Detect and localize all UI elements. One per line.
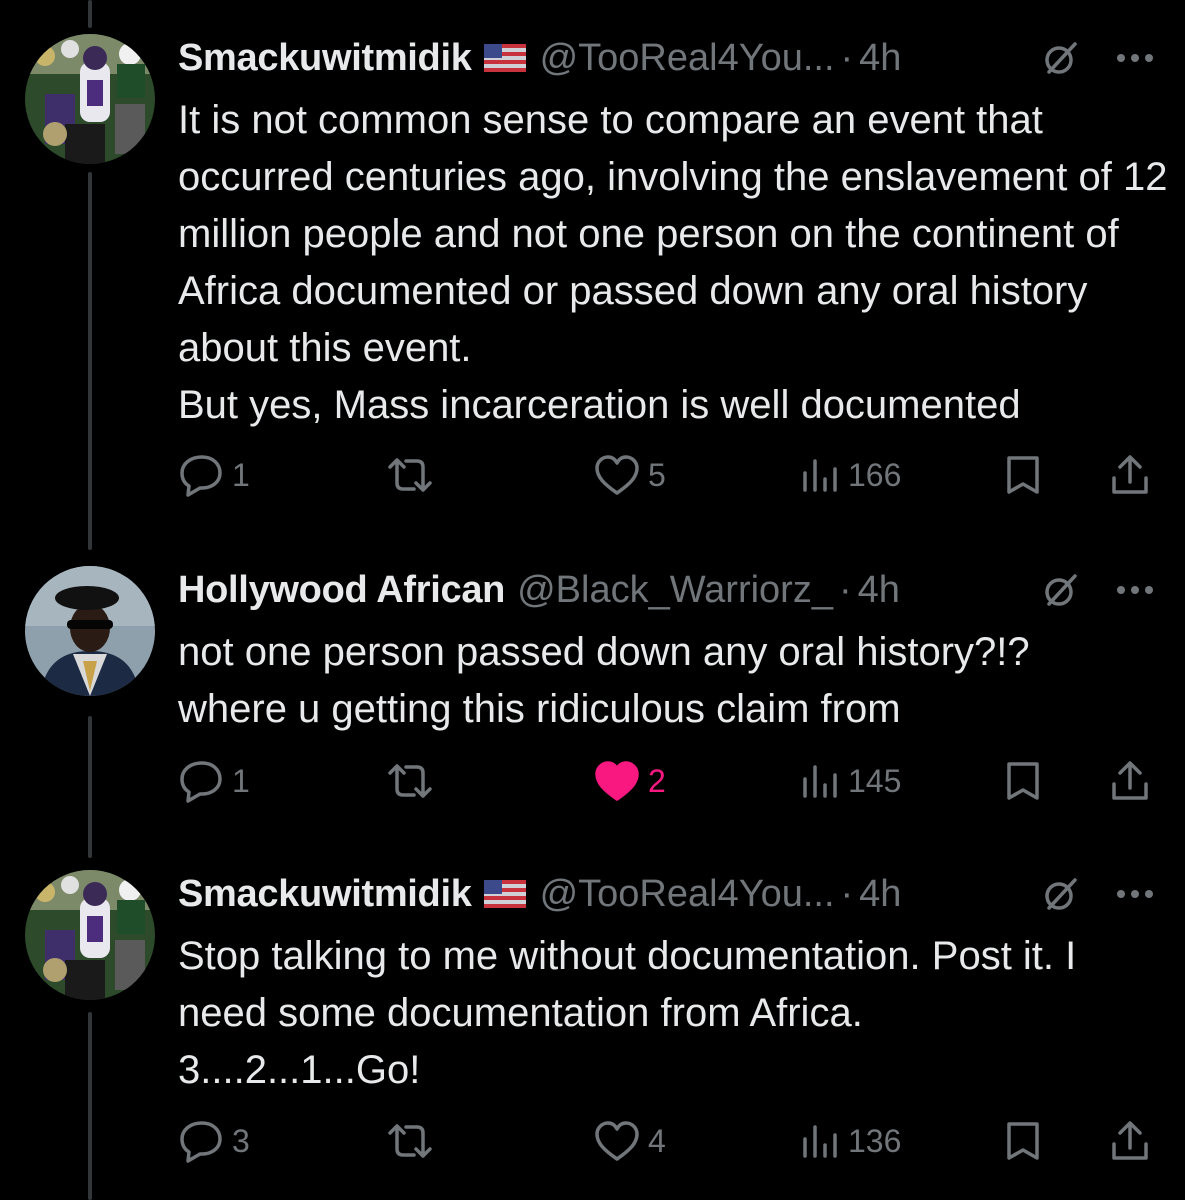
user-handle[interactable]: @Black_Warriorz_ bbox=[517, 569, 833, 612]
more-icon[interactable] bbox=[1115, 888, 1155, 900]
like-count: 2 bbox=[648, 762, 666, 799]
share-button[interactable] bbox=[1110, 450, 1150, 500]
avatar[interactable] bbox=[25, 870, 155, 1000]
bookmark-icon bbox=[1007, 762, 1039, 800]
header-actions bbox=[1041, 570, 1155, 610]
tweet[interactable]: Smackuwitmidik @TooReal4You... · 4h It i… bbox=[0, 34, 1185, 504]
sports-team-avatar-icon bbox=[25, 870, 155, 1000]
tweet-header: Smackuwitmidik @TooReal4You... · 4h bbox=[178, 870, 1168, 918]
display-name[interactable]: Hollywood African bbox=[178, 569, 505, 612]
views-icon bbox=[803, 459, 837, 492]
separator-dot: · bbox=[840, 872, 854, 915]
repost-icon bbox=[388, 458, 432, 492]
thread-line-top bbox=[88, 0, 92, 28]
views-icon bbox=[803, 1125, 837, 1158]
separator-dot: · bbox=[838, 568, 852, 611]
reply-icon bbox=[180, 455, 222, 497]
bookmark-button[interactable] bbox=[1004, 450, 1042, 500]
views-count: 166 bbox=[848, 456, 902, 493]
like-button[interactable]: 2 bbox=[594, 756, 666, 806]
user-handle[interactable]: @TooReal4You... bbox=[540, 37, 835, 80]
views-count: 136 bbox=[848, 1122, 902, 1159]
heart-icon bbox=[595, 761, 639, 801]
like-count: 4 bbox=[648, 1122, 666, 1159]
us-flag-icon bbox=[483, 44, 526, 72]
tweet[interactable]: Hollywood African @Black_Warriorz_ · 4h … bbox=[0, 566, 1185, 816]
like-count: 5 bbox=[648, 456, 666, 493]
action-bar: 1 5 166 bbox=[0, 450, 1185, 500]
slash-circle-icon[interactable] bbox=[1041, 38, 1081, 78]
like-button[interactable]: 4 bbox=[594, 1116, 666, 1166]
reply-icon bbox=[180, 761, 222, 803]
user-handle[interactable]: @TooReal4You... bbox=[540, 873, 835, 916]
reply-button[interactable]: 1 bbox=[178, 756, 250, 806]
display-name[interactable]: Smackuwitmidik bbox=[178, 873, 472, 916]
reply-button[interactable]: 1 bbox=[178, 450, 250, 500]
action-bar: 3 4 136 bbox=[0, 1116, 1185, 1166]
share-button[interactable] bbox=[1110, 1116, 1150, 1166]
slash-circle-icon[interactable] bbox=[1041, 874, 1081, 914]
tweet-text: Stop talking to me without documentation… bbox=[178, 934, 1077, 1092]
share-icon bbox=[1112, 455, 1148, 494]
more-icon[interactable] bbox=[1115, 584, 1155, 596]
timestamp[interactable]: 4h bbox=[859, 873, 901, 916]
repost-button[interactable] bbox=[386, 1116, 442, 1166]
bookmark-button[interactable] bbox=[1004, 756, 1042, 806]
avatar[interactable] bbox=[25, 566, 155, 696]
reply-count: 3 bbox=[232, 1122, 250, 1159]
bookmark-icon bbox=[1007, 1122, 1039, 1160]
share-icon bbox=[1112, 761, 1148, 800]
us-flag-icon bbox=[483, 880, 526, 908]
bookmark-button[interactable] bbox=[1004, 1116, 1042, 1166]
share-button[interactable] bbox=[1110, 756, 1150, 806]
tweet-header: Hollywood African @Black_Warriorz_ · 4h bbox=[178, 566, 1168, 614]
display-name[interactable]: Smackuwitmidik bbox=[178, 37, 472, 80]
reply-button[interactable]: 3 bbox=[178, 1116, 250, 1166]
header-actions bbox=[1041, 874, 1155, 914]
views-icon bbox=[803, 765, 837, 798]
views-button[interactable]: 145 bbox=[800, 756, 901, 806]
tweet-text: It is not common sense to compare an eve… bbox=[178, 98, 1168, 427]
heart-icon bbox=[595, 455, 639, 495]
more-icon[interactable] bbox=[1115, 52, 1155, 64]
man-in-beret-avatar-icon bbox=[25, 566, 155, 696]
slash-circle-icon[interactable] bbox=[1041, 570, 1081, 610]
sports-team-avatar-icon bbox=[25, 34, 155, 164]
reply-icon bbox=[180, 1121, 222, 1163]
tweet-header: Smackuwitmidik @TooReal4You... · 4h bbox=[178, 34, 1168, 82]
action-bar: 1 2 145 bbox=[0, 756, 1185, 806]
tweet[interactable]: Smackuwitmidik @TooReal4You... · 4h Stop… bbox=[0, 870, 1185, 1190]
avatar[interactable] bbox=[25, 34, 155, 164]
repost-button[interactable] bbox=[386, 450, 442, 500]
heart-icon bbox=[595, 1121, 639, 1161]
reply-count: 1 bbox=[232, 456, 250, 493]
views-button[interactable]: 136 bbox=[800, 1116, 901, 1166]
views-count: 145 bbox=[848, 762, 902, 799]
reply-count: 1 bbox=[232, 762, 250, 799]
repost-icon bbox=[388, 1124, 432, 1158]
repost-icon bbox=[388, 764, 432, 798]
views-button[interactable]: 166 bbox=[800, 450, 901, 500]
repost-button[interactable] bbox=[386, 756, 442, 806]
timestamp[interactable]: 4h bbox=[858, 569, 900, 612]
header-actions bbox=[1041, 38, 1155, 78]
timestamp[interactable]: 4h bbox=[859, 37, 901, 80]
separator-dot: · bbox=[840, 36, 854, 79]
like-button[interactable]: 5 bbox=[594, 450, 666, 500]
bookmark-icon bbox=[1007, 456, 1039, 494]
tweet-text: not one person passed down any oral hist… bbox=[178, 630, 1030, 731]
share-icon bbox=[1112, 1121, 1148, 1160]
